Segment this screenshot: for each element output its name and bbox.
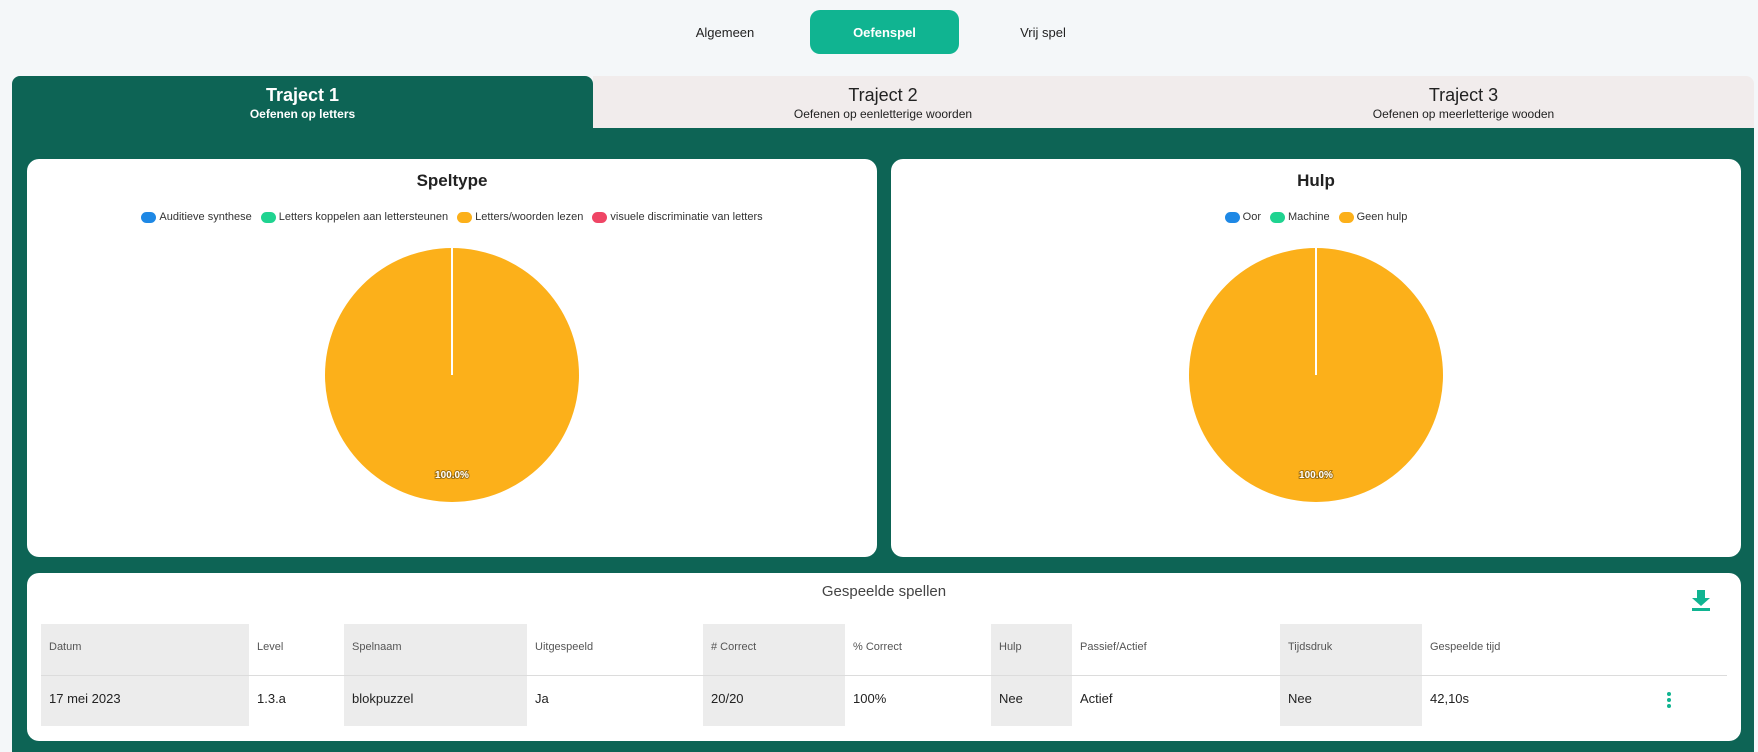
tab-oefenspel[interactable]: Oefenspel bbox=[810, 10, 959, 54]
traject-tabs: Traject 1 Oefenen op letters Traject 2 O… bbox=[12, 76, 1754, 130]
tab-traject-2[interactable]: Traject 2 Oefenen op eenletterige woorde… bbox=[593, 76, 1173, 130]
table-cell: 1.3.a bbox=[257, 691, 286, 706]
column-header[interactable]: Level bbox=[257, 641, 283, 653]
table-cell: blokpuzzel bbox=[352, 691, 414, 706]
traject-subtitle: Oefenen op letters bbox=[249, 107, 356, 121]
table-cell: Nee bbox=[1288, 691, 1312, 706]
traject-title: Traject 3 bbox=[1428, 85, 1499, 105]
slice-data-label: 100.0% bbox=[435, 470, 469, 481]
traject-subtitle: Oefenen op meerletterige wooden bbox=[1372, 107, 1555, 121]
table-title: Gespeelde spellen bbox=[821, 583, 947, 600]
column-header[interactable]: Spelnaam bbox=[352, 641, 402, 653]
table-cell: Ja bbox=[535, 691, 549, 706]
traject-subtitle: Oefenen op eenletterige woorden bbox=[793, 107, 973, 121]
column-header[interactable]: Uitgespeeld bbox=[535, 641, 593, 653]
tab-traject-1[interactable]: Traject 1 Oefenen op letters bbox=[12, 76, 593, 130]
tab-traject-3[interactable]: Traject 3 Oefenen op meerletterige woode… bbox=[1173, 76, 1754, 130]
speltype-chart-card: Speltype Auditieve synthese Letters kopp… bbox=[27, 159, 877, 557]
column-header[interactable]: # Correct bbox=[711, 641, 756, 653]
hulp-chart-card: Hulp Oor Machine Geen hulp 100.0% bbox=[891, 159, 1741, 557]
slice-data-label: 100.0% bbox=[1299, 470, 1333, 481]
column-header[interactable]: Hulp bbox=[999, 641, 1022, 653]
more-options-icon[interactable] bbox=[1666, 692, 1672, 710]
tab-vrij-spel[interactable]: Vrij spel bbox=[978, 10, 1108, 54]
played-games-card: Gespeelde spellen Datum 17 mei 2023 Leve… bbox=[27, 573, 1741, 741]
tab-algemeen[interactable]: Algemeen bbox=[660, 10, 790, 54]
table-cell: 100% bbox=[853, 691, 887, 706]
hulp-pie-chart: 100.0% bbox=[1189, 248, 1443, 502]
column-header[interactable]: Passief/Actief bbox=[1080, 641, 1147, 653]
table-cell: 42,10s bbox=[1430, 691, 1470, 706]
table-cell: Actief bbox=[1080, 691, 1113, 706]
table-cell: Nee bbox=[999, 691, 1023, 706]
games-table: Datum 17 mei 2023 Level 1.3.a Spelnaam b… bbox=[41, 624, 1727, 726]
row-divider bbox=[41, 675, 1727, 676]
column-header[interactable]: % Correct bbox=[853, 641, 902, 653]
speltype-pie-chart: 100.0% bbox=[325, 248, 579, 502]
column-header[interactable]: Tijdsdruk bbox=[1288, 641, 1332, 653]
column-header[interactable]: Gespeelde tijd bbox=[1430, 641, 1500, 653]
traject-title: Traject 2 bbox=[848, 85, 918, 105]
traject-title: Traject 1 bbox=[265, 85, 340, 105]
download-icon[interactable] bbox=[1689, 587, 1713, 613]
top-navigation: Algemeen Oefenspel Vrij spel bbox=[0, 0, 1758, 70]
table-cell: 17 mei 2023 bbox=[49, 691, 121, 706]
column-header[interactable]: Datum bbox=[49, 641, 81, 653]
table-cell: 20/20 bbox=[711, 691, 744, 706]
